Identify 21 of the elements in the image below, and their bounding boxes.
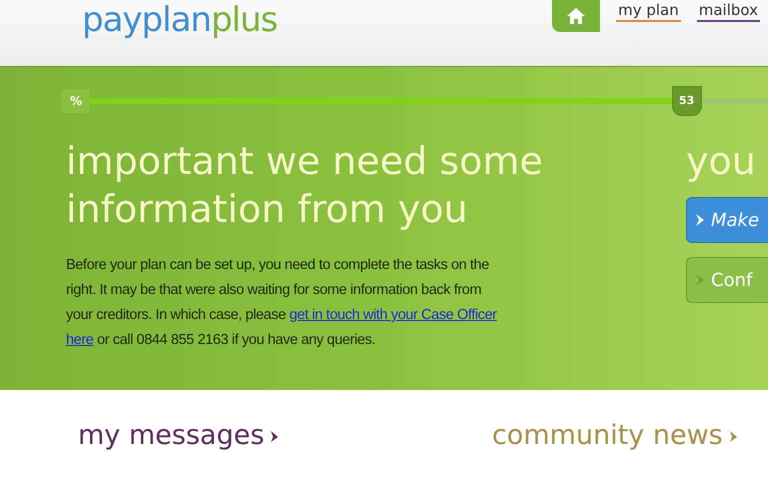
case-officer-link[interactable]: get in touch with your Case Officer bbox=[289, 307, 497, 323]
notice-text: Before your plan can be set up, you need to complete the tasks on the right. It may be that were also waiting for some information back from your creditors. In which case, please get in touch with your Case Officer here or call 0844 855 2163 if you have any queries. bbox=[66, 256, 498, 350]
home-icon bbox=[566, 7, 586, 25]
progress-thumb[interactable]: 53 bbox=[672, 86, 702, 116]
progress-start-label: % bbox=[62, 89, 90, 113]
task-button[interactable]: Make bbox=[686, 197, 768, 243]
chevron-icon bbox=[695, 213, 705, 227]
case-officer-link[interactable]: here bbox=[66, 332, 94, 348]
tasks-title: you bbox=[686, 138, 756, 185]
home-button[interactable] bbox=[552, 0, 600, 32]
nav-link[interactable]: my plan bbox=[616, 0, 681, 22]
logo-text: payplan bbox=[82, 0, 211, 40]
logo-text: plus bbox=[210, 0, 278, 40]
chevron-icon bbox=[695, 273, 705, 287]
notice-title: important we need some information from you bbox=[66, 138, 544, 233]
nav-link[interactable]: mailbox bbox=[696, 0, 760, 22]
section-title[interactable]: my messages bbox=[78, 416, 264, 456]
section-title[interactable]: community news bbox=[492, 416, 723, 456]
task-button[interactable]: Conf bbox=[686, 257, 768, 303]
chevron-icon bbox=[270, 429, 280, 443]
chevron-icon bbox=[728, 429, 738, 443]
